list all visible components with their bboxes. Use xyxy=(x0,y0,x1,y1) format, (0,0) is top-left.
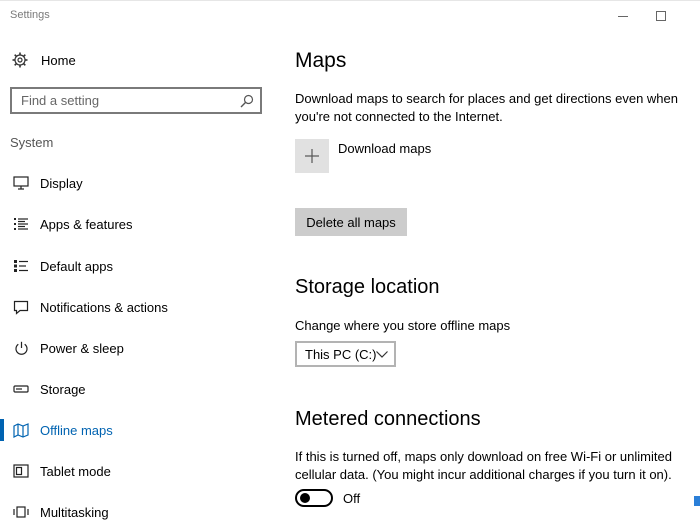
toggle-knob xyxy=(300,493,310,503)
storage-location-dropdown[interactable]: This PC (C:) xyxy=(295,341,396,367)
sidebar-item-label: Tablet mode xyxy=(40,463,111,479)
window-title: Settings xyxy=(10,9,50,21)
storage-location-label: Change where you store offline maps xyxy=(295,318,511,333)
page-title: Maps xyxy=(295,49,347,72)
scrollbar-edge xyxy=(694,496,700,506)
sidebar-home-label: Home xyxy=(41,52,76,68)
plus-icon xyxy=(305,149,319,163)
chevron-down-icon xyxy=(376,351,388,358)
tablet-icon xyxy=(12,463,30,479)
storage-icon xyxy=(12,381,30,397)
sidebar-item-storage[interactable]: Storage xyxy=(0,375,270,403)
maximize-button[interactable] xyxy=(638,3,684,29)
maps-description: Download maps to search for places and g… xyxy=(295,91,678,124)
maximize-icon xyxy=(656,11,666,21)
sidebar-item-tablet-mode[interactable]: Tablet mode xyxy=(0,457,270,485)
default-apps-icon xyxy=(12,258,30,274)
download-maps-tile[interactable] xyxy=(295,139,329,173)
sidebar-item-power-sleep[interactable]: Power & sleep xyxy=(0,334,270,362)
search-box[interactable] xyxy=(10,87,262,114)
power-icon xyxy=(12,340,30,356)
sidebar-item-multitasking[interactable]: Multitasking xyxy=(0,498,270,526)
sidebar-section-system: System xyxy=(10,135,54,150)
download-maps-link[interactable]: Download maps xyxy=(338,141,431,156)
gear-icon xyxy=(12,52,28,68)
title-bar: Settings xyxy=(0,1,700,31)
sidebar-item-label: Apps & features xyxy=(40,216,133,232)
sidebar-item-offline-maps[interactable]: Offline maps xyxy=(0,416,270,444)
sidebar-item-apps-features[interactable]: Apps & features xyxy=(0,210,270,238)
search-icon[interactable] xyxy=(240,94,254,108)
minimize-icon xyxy=(618,16,628,17)
metered-connections-description: If this is turned off, maps only downloa… xyxy=(295,449,672,482)
sidebar-item-label: Notifications & actions xyxy=(40,299,168,315)
sidebar-item-label: Display xyxy=(40,175,83,191)
selected-indicator xyxy=(0,419,4,441)
display-icon xyxy=(12,175,30,191)
metered-connections-heading: Metered connections xyxy=(295,408,481,430)
metered-toggle-state: Off xyxy=(343,491,361,506)
storage-location-value: This PC (C:) xyxy=(305,347,377,362)
sidebar-item-label: Default apps xyxy=(40,258,113,274)
delete-all-maps-button[interactable]: Delete all maps xyxy=(295,208,407,236)
notification-icon xyxy=(12,299,30,315)
sidebar-item-notifications[interactable]: Notifications & actions xyxy=(0,293,270,321)
sidebar-item-default-apps[interactable]: Default apps xyxy=(0,252,270,280)
sidebar-item-display[interactable]: Display xyxy=(0,169,270,197)
storage-location-heading: Storage location xyxy=(295,276,440,298)
sidebar-item-label: Storage xyxy=(40,381,86,397)
search-input[interactable] xyxy=(12,89,241,112)
sidebar-item-label: Power & sleep xyxy=(40,340,124,356)
metered-toggle[interactable] xyxy=(295,489,333,507)
sidebar-home[interactable]: Home xyxy=(12,47,262,73)
sidebar-item-label: Multitasking xyxy=(40,504,109,520)
sidebar-item-label: Offline maps xyxy=(40,422,113,438)
apps-list-icon xyxy=(12,216,30,232)
multitasking-icon xyxy=(12,504,30,520)
map-icon xyxy=(12,422,30,438)
